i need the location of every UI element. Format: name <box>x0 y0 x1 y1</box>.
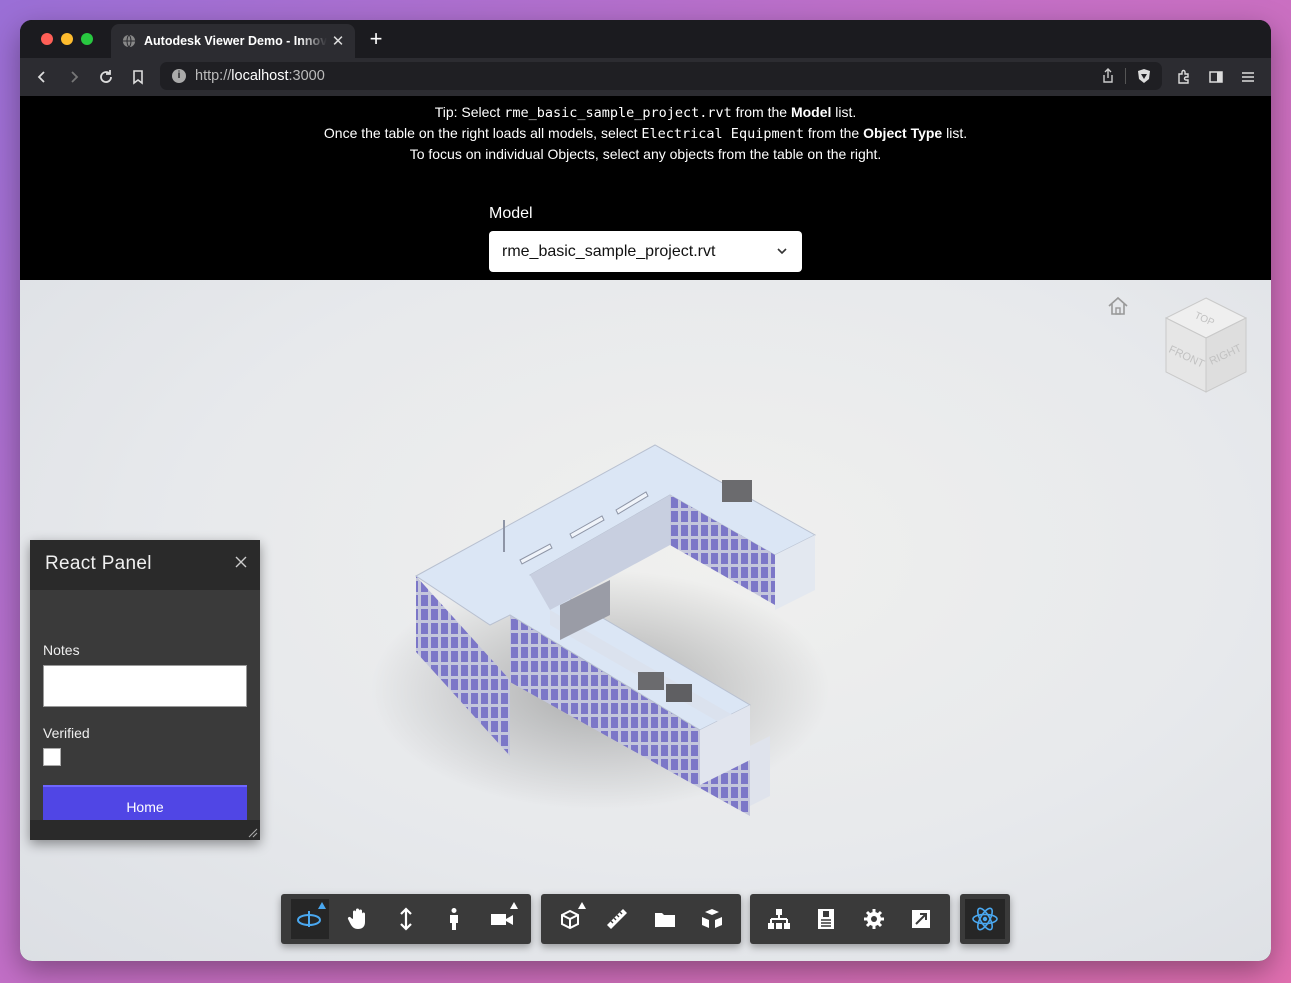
maximize-window-button[interactable] <box>81 33 93 45</box>
brave-shield-icon[interactable] <box>1136 68 1152 84</box>
zoom-button[interactable] <box>387 899 425 939</box>
section-icon <box>560 909 579 930</box>
sidebar-button[interactable] <box>1206 67 1226 87</box>
minimize-window-button[interactable] <box>61 33 73 45</box>
navigation-toolbar <box>281 894 531 944</box>
tip-line-2: Once the table on the right loads all mo… <box>323 125 968 142</box>
model-select-value: rme_basic_sample_project.rvt <box>502 242 716 260</box>
sidebar-icon <box>1209 71 1223 83</box>
forward-button[interactable] <box>64 67 84 87</box>
resize-handle-icon[interactable] <box>248 828 258 838</box>
browser-tab[interactable]: Autodesk Viewer Demo - Innovation ✕ <box>111 24 355 58</box>
hamburger-icon <box>1242 72 1254 82</box>
settings-icon <box>863 909 884 929</box>
fullscreen-button[interactable] <box>903 899 941 939</box>
verified-checkbox[interactable] <box>43 748 61 766</box>
explode-icon <box>702 909 723 928</box>
url-scheme: http:// <box>195 68 232 84</box>
tip-line-3: To focus on individual Objects, select a… <box>409 146 882 162</box>
address-bar[interactable]: i http://localhost:3000 <box>160 62 1162 90</box>
properties-icon <box>818 909 835 929</box>
url-host: localhost <box>231 68 289 84</box>
properties-button[interactable] <box>808 899 846 939</box>
measure-icon <box>607 909 628 929</box>
notes-field[interactable] <box>43 665 247 707</box>
chevron-down-icon <box>777 248 787 255</box>
fullscreen-icon <box>912 910 931 928</box>
new-tab-button[interactable]: + <box>365 28 387 50</box>
nav-bar: i http://localhost:3000 <box>20 58 1271 96</box>
tips-text: Tip: Select rme_basic_sample_project.rvt… <box>20 102 1271 164</box>
tip-line-1: Tip: Select rme_basic_sample_project.rvt… <box>434 104 857 121</box>
url-port: :3000 <box>288 68 325 84</box>
notes-label: Notes <box>43 642 80 658</box>
tab-close-icon[interactable]: ✕ <box>327 32 349 50</box>
share-icon[interactable] <box>1101 68 1115 84</box>
properties-toolbar <box>750 894 950 944</box>
page-header: Tip: Select rme_basic_sample_project.rvt… <box>20 96 1271 280</box>
reload-button[interactable] <box>96 67 116 87</box>
first-person-icon <box>450 908 458 930</box>
panel-title: React Panel <box>45 553 152 574</box>
zoom-icon <box>400 907 412 931</box>
extension-toolbar <box>960 894 1010 944</box>
puzzle-icon <box>1178 69 1189 84</box>
back-button[interactable] <box>32 67 52 87</box>
panel-footer <box>30 820 260 840</box>
model-viewer[interactable]: TOP FRONT RIGHT React Panel Notes Verifi… <box>20 280 1271 961</box>
measure-button[interactable] <box>599 899 637 939</box>
bookmark-icon <box>133 70 143 85</box>
forward-icon <box>71 71 79 83</box>
react-icon <box>972 907 998 931</box>
extensions-button[interactable] <box>1174 67 1194 87</box>
section-button[interactable] <box>551 899 589 939</box>
reload-icon <box>100 70 112 83</box>
panel-header[interactable]: React Panel <box>30 540 260 590</box>
verified-label: Verified <box>43 725 90 741</box>
model-browser-button[interactable] <box>646 899 684 939</box>
view-cube[interactable]: TOP FRONT RIGHT <box>1160 296 1252 400</box>
react-panel-button[interactable] <box>965 899 1005 939</box>
menu-button[interactable] <box>1238 67 1258 87</box>
site-info-icon[interactable]: i <box>172 69 186 83</box>
first-person-button[interactable] <box>435 899 473 939</box>
browser-window: Autodesk Viewer Demo - Innovation ✕ + i … <box>20 20 1271 961</box>
building-model[interactable] <box>370 440 830 840</box>
modeling-toolbar <box>541 894 741 944</box>
camera-icon <box>491 914 513 925</box>
pan-icon <box>347 908 365 929</box>
camera-button[interactable] <box>483 899 521 939</box>
model-browser-icon <box>654 913 675 927</box>
globe-icon <box>122 34 136 48</box>
pan-button[interactable] <box>339 899 377 939</box>
structure-button[interactable] <box>760 899 798 939</box>
tab-bar: Autodesk Viewer Demo - Innovation ✕ + <box>20 20 1271 58</box>
home-icon[interactable] <box>1106 295 1130 317</box>
model-label: Model <box>489 205 533 222</box>
explode-button[interactable] <box>694 899 732 939</box>
orbit-icon <box>297 911 321 927</box>
settings-button[interactable] <box>855 899 893 939</box>
tab-title: Autodesk Viewer Demo - Innovation <box>144 34 327 48</box>
close-icon[interactable] <box>234 555 248 569</box>
model-select[interactable]: rme_basic_sample_project.rvt <box>489 231 802 272</box>
react-panel[interactable]: React Panel Notes Verified Home <box>30 540 260 840</box>
bookmark-button[interactable] <box>128 67 148 87</box>
back-icon <box>37 71 45 83</box>
close-window-button[interactable] <box>41 33 53 45</box>
structure-icon <box>767 909 790 929</box>
page-content: Tip: Select rme_basic_sample_project.rvt… <box>20 96 1271 961</box>
orbit-button[interactable] <box>291 899 329 939</box>
